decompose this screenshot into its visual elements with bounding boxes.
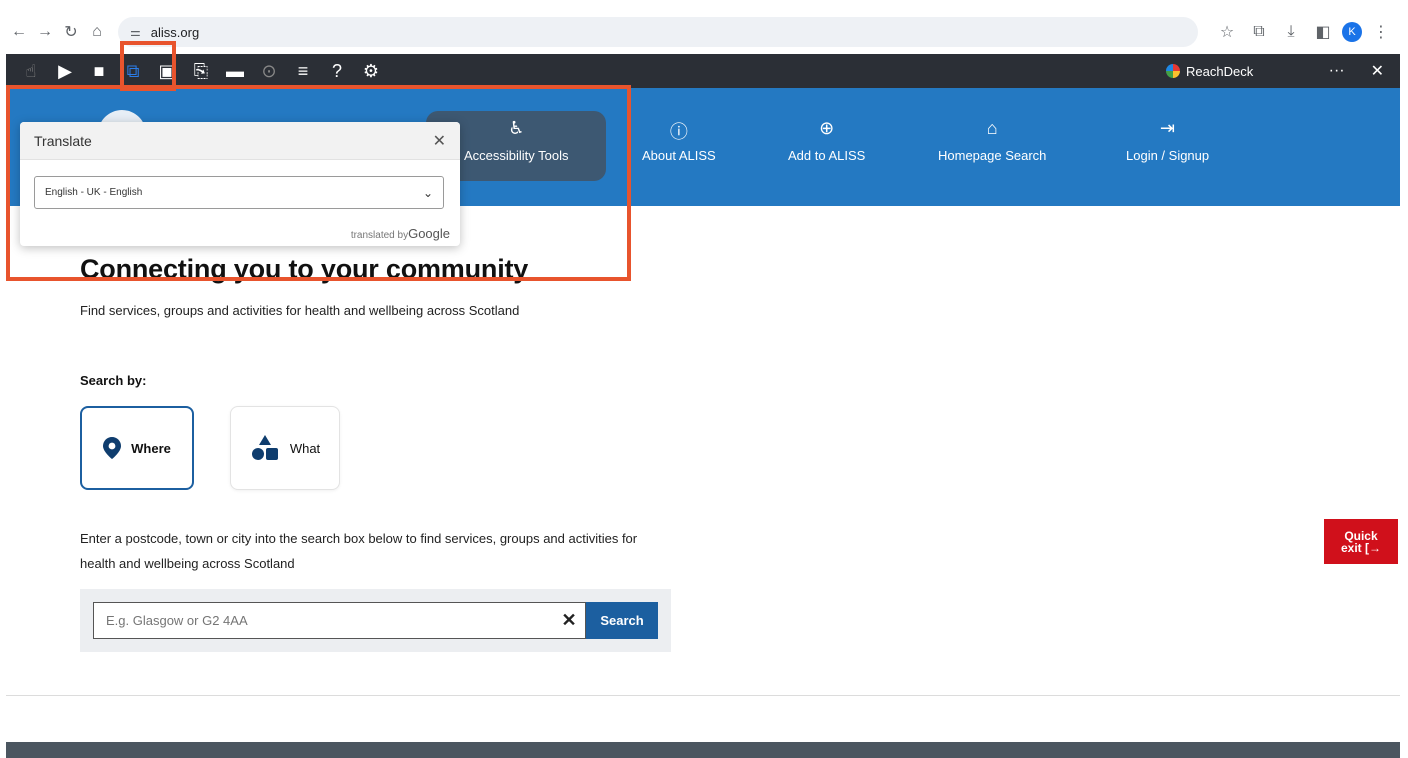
search-by-label: Search by: [80, 373, 147, 388]
nav-homepage-search[interactable]: ⌂ Homepage Search [938, 118, 1046, 163]
reachdeck-toolbar: ☝ ▶ ■ ⧉ ▣ ⎘ ▬ ⊙ ≡ ? ⚙ ReachDeck ··· ✕ [6, 54, 1400, 88]
reachdeck-more-icon[interactable]: ··· [1329, 62, 1345, 80]
reachdeck-close-icon[interactable]: ✕ [1371, 61, 1384, 81]
extensions-icon[interactable]: ⧉ [1246, 19, 1272, 45]
browser-toolbar: ← → ↻ ⌂ ⚌ aliss.org ☆ ⧉ ⤓ ◧ K ⋮ [6, 12, 1400, 52]
reload-icon[interactable]: ↻ [58, 19, 84, 45]
reachdeck-logo-icon [1166, 64, 1180, 78]
bookmark-star-icon[interactable]: ☆ [1214, 19, 1240, 45]
search-button[interactable]: Search [586, 602, 658, 639]
shapes-icon [251, 435, 278, 460]
nav-add[interactable]: ⊕ Add to ALISS [788, 118, 865, 163]
nav-about[interactable]: ⓘ About ALISS [642, 118, 716, 163]
highlight-translate-popup [6, 85, 631, 281]
back-icon[interactable]: ← [6, 19, 32, 45]
page-subtitle: Find services, groups and activities for… [80, 303, 520, 318]
nav-label: Add to ALISS [788, 148, 866, 163]
clear-search-icon[interactable]: ✕ [554, 602, 584, 639]
nav-login[interactable]: ⇥ Login / Signup [1126, 118, 1209, 163]
screen-mask-icon[interactable]: ▬ [218, 56, 252, 86]
quick-exit-line2: exit [→ [1340, 540, 1381, 555]
site-info-icon[interactable]: ⚌ [130, 25, 141, 39]
search-by-what-option[interactable]: What [230, 406, 340, 490]
reachdeck-brand: ReachDeck [1166, 54, 1253, 88]
nav-label: Login / Signup [1126, 148, 1210, 163]
search-by-where-option[interactable]: Where [80, 406, 194, 490]
nav-label: About ALISS [642, 148, 716, 163]
profile-avatar[interactable]: K [1342, 22, 1362, 42]
hand-icon[interactable]: ☝ [14, 56, 48, 86]
search-input[interactable] [93, 602, 586, 639]
simplify-icon[interactable]: ≡ [286, 56, 320, 86]
settings-icon[interactable]: ⚙ [354, 56, 388, 86]
forward-icon[interactable]: → [32, 19, 58, 45]
browser-menu-icon[interactable]: ⋮ [1368, 19, 1394, 45]
content-divider [6, 695, 1400, 696]
url-text: aliss.org [150, 24, 200, 40]
download-icon[interactable]: ⤓ [1278, 19, 1304, 45]
location-pin-icon [103, 437, 122, 459]
side-panel-icon[interactable]: ◧ [1310, 19, 1336, 45]
home-icon[interactable]: ⌂ [84, 19, 110, 45]
what-label: What [289, 440, 321, 456]
magnifier-icon[interactable]: ⊙ [252, 56, 286, 86]
plus-circle-icon: ⊕ [819, 118, 835, 138]
login-icon: ⇥ [1160, 118, 1176, 138]
quick-exit-line1: Quick [1344, 528, 1378, 543]
home-icon: ⌂ [986, 118, 998, 138]
quick-exit-button[interactable]: Quick exit [→ [1324, 519, 1398, 564]
search-description: Enter a postcode, town or city into the … [80, 531, 638, 571]
play-icon[interactable]: ▶ [48, 56, 82, 86]
info-icon: ⓘ [669, 122, 688, 142]
site-footer [6, 742, 1400, 758]
help-icon[interactable]: ? [320, 56, 354, 86]
address-bar[interactable]: ⚌ aliss.org [118, 17, 1198, 47]
where-label: Where [131, 440, 171, 456]
highlight-translate-button [120, 41, 176, 91]
text-to-mp3-icon[interactable]: ⎘ [184, 56, 218, 86]
reachdeck-brand-label: ReachDeck [1186, 63, 1254, 79]
stop-icon[interactable]: ■ [82, 56, 116, 86]
nav-label: Homepage Search [938, 148, 1047, 163]
search-form: ✕ Search [80, 589, 671, 652]
